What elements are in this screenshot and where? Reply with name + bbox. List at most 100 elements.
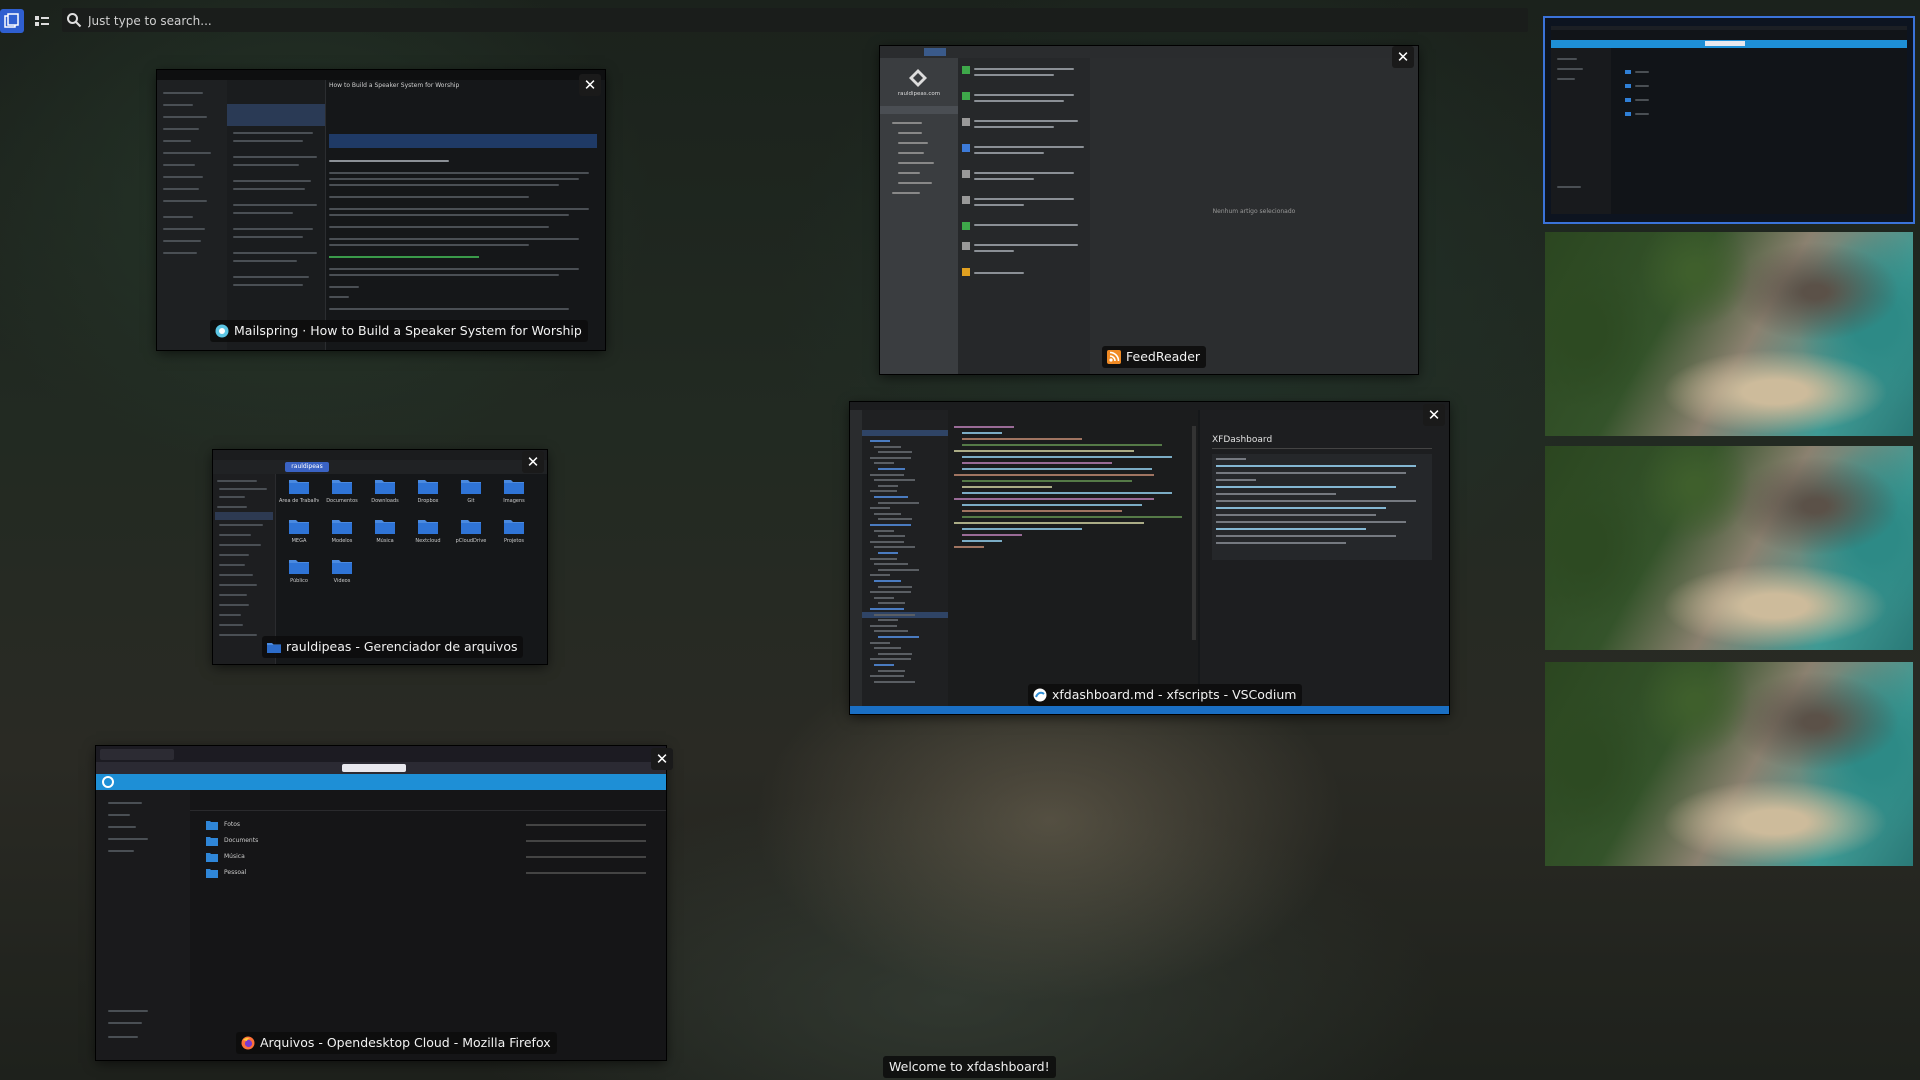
tree-entry[interactable]	[870, 456, 911, 459]
folder-item[interactable]: Modelos	[322, 518, 362, 556]
folder-item[interactable]: Downloads	[365, 478, 405, 516]
code-line	[962, 534, 1022, 536]
tree-entry[interactable]	[878, 602, 905, 605]
preview-line	[1216, 472, 1406, 474]
windows-view-button[interactable]	[0, 9, 24, 33]
tree-entry[interactable]	[874, 546, 915, 549]
folder-label: Downloads	[371, 498, 399, 504]
folder-item[interactable]: pCloudDrive	[451, 518, 491, 556]
tree-entry[interactable]	[878, 518, 912, 521]
tree-entry[interactable]	[874, 680, 915, 683]
folder-item[interactable]: Nextcloud	[408, 518, 448, 556]
window-preview-feedreader[interactable]: rauldipeas.com Nenhum artigo selecionado	[880, 46, 1418, 374]
tree-entry[interactable]	[870, 641, 890, 644]
window-preview-vscodium[interactable]: XFDashboard	[850, 402, 1449, 714]
folder-item[interactable]: Projetos	[494, 518, 534, 556]
tree-entry[interactable]	[878, 451, 912, 454]
close-window-button[interactable]: ✕	[651, 748, 673, 770]
status-bar	[850, 706, 1449, 714]
tree-entry[interactable]	[874, 613, 915, 616]
code-line	[954, 498, 1154, 500]
tree-entry[interactable]	[870, 658, 911, 661]
tree-entry[interactable]	[878, 585, 912, 588]
folder-label: pCloudDrive	[455, 538, 487, 544]
folder-item[interactable]: Git	[451, 478, 491, 516]
markdown-preview-title: XFDashboard	[1212, 435, 1273, 445]
tree-entry[interactable]	[878, 552, 898, 554]
tree-entry[interactable]	[878, 484, 898, 487]
tree-entry[interactable]	[874, 462, 894, 465]
tree-entry[interactable]	[870, 440, 890, 442]
workspace-3[interactable]	[1545, 446, 1913, 650]
tree-entry[interactable]	[874, 630, 908, 633]
close-window-button[interactable]: ✕	[522, 451, 544, 473]
tree-entry[interactable]	[870, 574, 890, 577]
tree-entry[interactable]	[874, 596, 894, 599]
file-row[interactable]: Fotos	[196, 818, 662, 832]
search-box[interactable]	[62, 8, 1528, 34]
close-window-button[interactable]: ✕	[1423, 404, 1445, 426]
window-title: xfdashboard.md - xfscripts - VSCodium	[1052, 687, 1297, 702]
tree-entry[interactable]	[870, 490, 897, 493]
tree-entry[interactable]	[878, 636, 919, 638]
folder-item[interactable]: Música	[365, 518, 405, 556]
window-preview-mailspring[interactable]: How to Build a Speaker System for Worshi…	[157, 70, 605, 350]
markdown-preview-code	[1216, 458, 1426, 558]
applications-view-button[interactable]	[30, 9, 54, 33]
tree-entry[interactable]	[874, 647, 901, 650]
tree-entry[interactable]	[874, 563, 908, 566]
tree-entry[interactable]	[870, 675, 904, 678]
window-preview-file-manager[interactable]: rauldipeas Área de Trabalho Documentos Dow…	[213, 450, 547, 664]
tree-entry[interactable]	[878, 652, 912, 655]
windows-view-icon	[4, 13, 19, 28]
tree-entry[interactable]	[870, 624, 897, 627]
workspace-2[interactable]	[1545, 232, 1913, 436]
tree-entry[interactable]	[878, 501, 919, 504]
code-line	[962, 432, 1002, 434]
close-window-button[interactable]: ✕	[1392, 46, 1414, 68]
file-row[interactable]: Música	[196, 850, 662, 864]
tree-entry[interactable]	[874, 496, 908, 498]
tree-entry[interactable]	[874, 529, 894, 532]
folder-item[interactable]: Público	[279, 558, 319, 596]
file-row[interactable]: Documents	[196, 834, 662, 848]
tree-entry[interactable]	[870, 473, 904, 476]
workspace-1[interactable]	[1543, 16, 1915, 224]
tree-entry[interactable]	[870, 507, 890, 510]
folder-item[interactable]: Área de Trabalho	[279, 478, 319, 516]
tree-entry[interactable]	[870, 557, 897, 560]
folder-item[interactable]: MEGA	[279, 518, 319, 556]
code-line	[962, 492, 1172, 494]
path-bar-current[interactable]: rauldipeas	[285, 462, 329, 472]
tree-entry[interactable]	[870, 540, 904, 543]
tree-entry[interactable]	[878, 619, 898, 622]
tree-entry[interactable]	[874, 664, 894, 666]
tree-entry[interactable]	[878, 468, 905, 470]
file-name: Fotos	[224, 821, 241, 828]
file-row[interactable]: Pessoal	[196, 866, 662, 880]
folder-item[interactable]: Documentos	[322, 478, 362, 516]
folder-item[interactable]: Dropbox	[408, 478, 448, 516]
code-line	[962, 462, 1112, 464]
window-title: Mailspring · How to Build a Speaker Syst…	[234, 323, 582, 338]
vscodium-icon	[1033, 688, 1047, 702]
tree-entry[interactable]	[874, 512, 901, 515]
tree-entry[interactable]	[878, 669, 905, 672]
firefox-icon	[241, 1036, 255, 1050]
tree-entry[interactable]	[874, 479, 915, 482]
tree-entry[interactable]	[878, 535, 905, 538]
tree-entry[interactable]	[870, 591, 911, 594]
tree-entry[interactable]	[878, 568, 919, 571]
tree-entry[interactable]	[874, 445, 901, 448]
tree-entry[interactable]	[870, 608, 904, 610]
tree-entry[interactable]	[874, 580, 901, 582]
window-preview-firefox[interactable]: Fotos Documents Música Pessoal	[96, 746, 666, 1060]
search-input[interactable]	[86, 8, 1490, 34]
folder-item[interactable]: Imagens	[494, 478, 534, 516]
close-window-button[interactable]: ✕	[579, 74, 601, 96]
workspace-4[interactable]	[1545, 662, 1913, 866]
tree-entry[interactable]	[870, 524, 911, 526]
folder-icon	[289, 480, 309, 494]
folder-label: Público	[290, 578, 308, 584]
folder-item[interactable]: Vídeos	[322, 558, 362, 596]
